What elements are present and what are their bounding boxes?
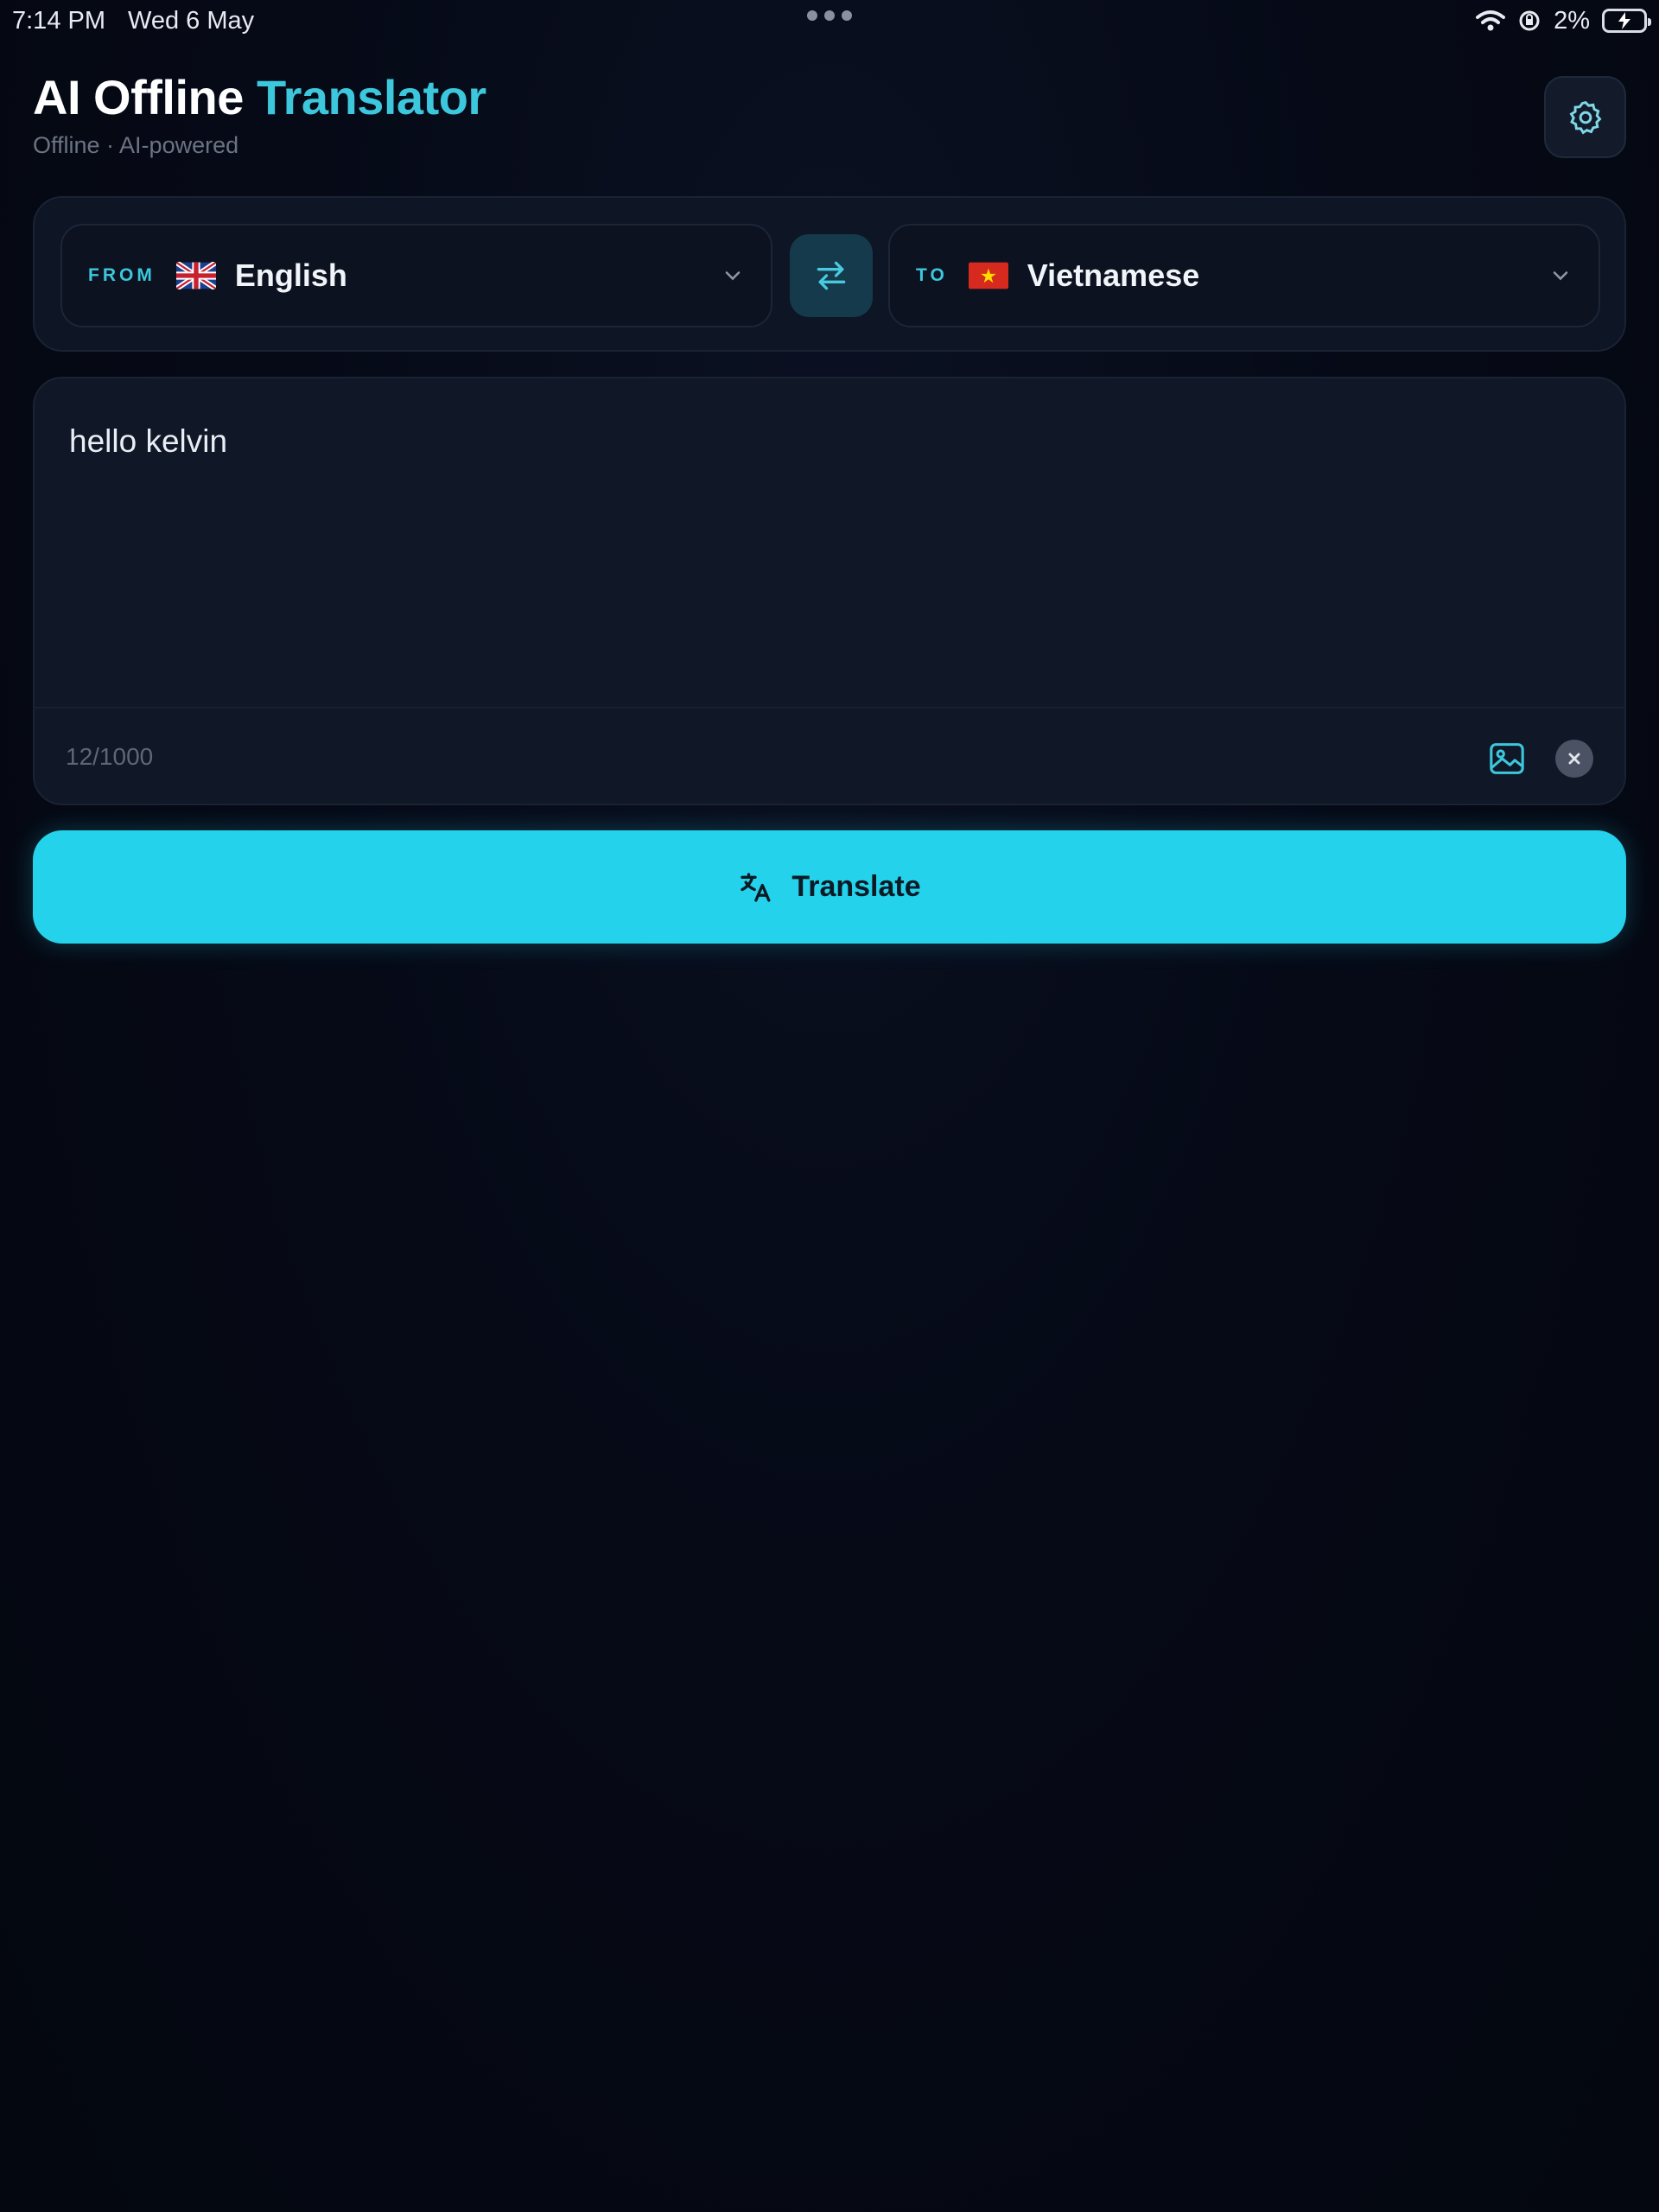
language-panel: FROM English TO Vietnamese (33, 196, 1626, 352)
location-lock-icon (1519, 10, 1540, 31)
to-label: TO (916, 265, 948, 285)
source-language-name: English (234, 257, 347, 293)
chevron-down-icon (1553, 271, 1568, 281)
title-primary: AI Offline (33, 70, 257, 124)
page-title: AI Offline Translator (33, 69, 486, 125)
source-text-card: hello kelvin 12/1000 (33, 377, 1626, 805)
wifi-icon (1476, 10, 1506, 31)
image-input-button[interactable] (1484, 736, 1529, 781)
status-date: Wed 6 May (128, 6, 255, 35)
title-accent: Translator (256, 70, 486, 124)
translate-button[interactable]: Translate (33, 830, 1626, 944)
status-left: 7:14 PM Wed 6 May (12, 7, 254, 35)
battery-charging-icon (1602, 9, 1651, 33)
source-language-select[interactable]: FROM English (60, 224, 772, 327)
gear-icon (1568, 100, 1601, 134)
target-language-select[interactable]: TO Vietnamese (888, 224, 1600, 327)
translate-button-label: Translate (791, 870, 921, 903)
input-divider (35, 707, 1624, 709)
translate-icon (741, 872, 771, 902)
close-icon (1568, 753, 1580, 765)
chevron-down-icon (725, 271, 741, 281)
source-text-input[interactable]: hello kelvin (69, 423, 227, 460)
vietnam-flag-icon (968, 262, 1008, 289)
image-scan-icon (1490, 743, 1524, 774)
settings-button[interactable] (1544, 76, 1626, 158)
status-time: 7:14 PM (12, 6, 105, 35)
multitasking-dots[interactable] (807, 10, 852, 21)
from-label: FROM (88, 265, 156, 285)
swap-languages-button[interactable] (790, 234, 873, 317)
status-bar: 7:14 PM Wed 6 May 2% (0, 0, 1659, 41)
target-language-name: Vietnamese (1027, 257, 1200, 293)
app-header: AI Offline Translator Offline · AI-power… (33, 69, 486, 159)
clear-text-button[interactable] (1555, 740, 1593, 778)
battery-percent: 2% (1554, 6, 1590, 35)
character-count: 12/1000 (66, 743, 154, 770)
status-right: 2% (1476, 6, 1651, 35)
page-subtitle: Offline · AI-powered (33, 132, 239, 158)
swap-arrows-icon (817, 261, 846, 290)
uk-flag-icon (175, 262, 216, 289)
